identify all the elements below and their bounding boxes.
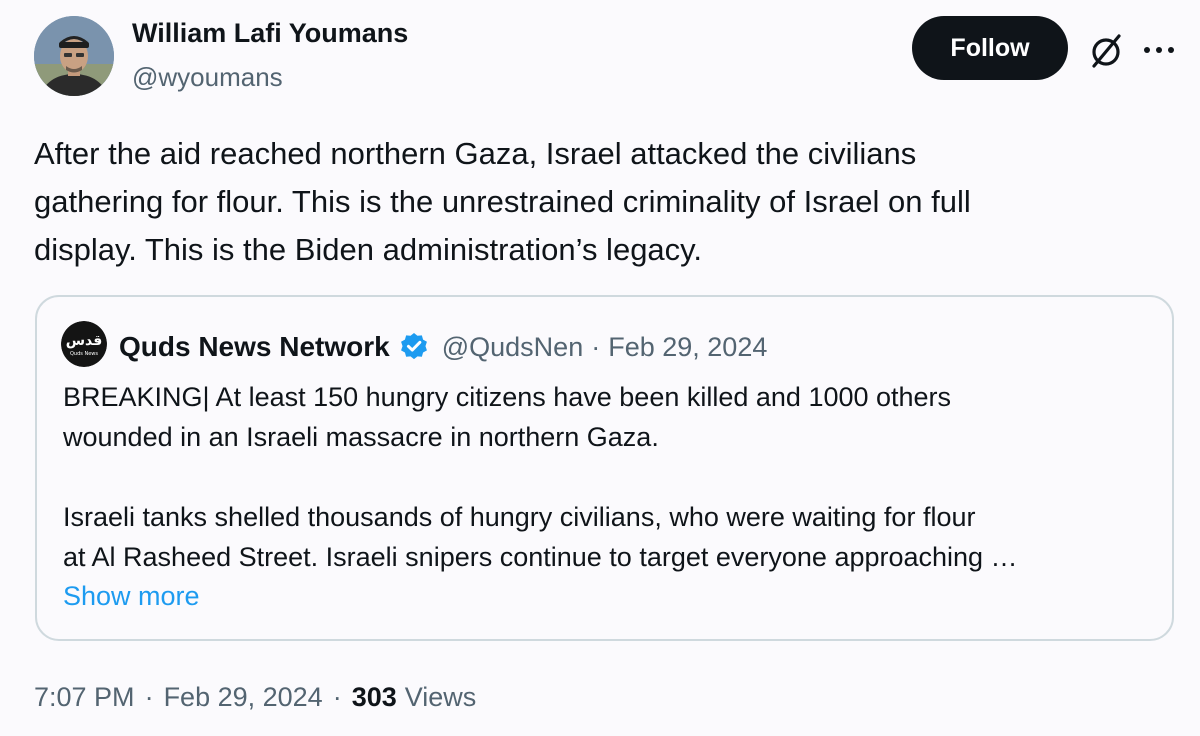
quote-date[interactable]: Feb 29, 2024 xyxy=(608,332,767,363)
follow-button[interactable]: Follow xyxy=(912,16,1068,80)
verified-badge-icon xyxy=(400,333,427,360)
quote-avatar-logo[interactable]: قدس Quds News xyxy=(61,321,107,367)
show-more-link[interactable]: Show more xyxy=(63,581,200,612)
grok-icon[interactable] xyxy=(1085,30,1127,72)
quote-author-handle[interactable]: @QudsNen xyxy=(442,332,583,363)
meta-separator: · xyxy=(332,682,342,712)
quote-separator: · xyxy=(591,331,601,362)
quote-avatar-text: قدس xyxy=(66,333,103,349)
quote-avatar-subtext: Quds News xyxy=(70,351,98,357)
tweet-time[interactable]: 7:07 PM xyxy=(34,682,135,713)
tweet-date[interactable]: Feb 29, 2024 xyxy=(164,682,323,713)
views-count: 303 xyxy=(351,682,397,712)
tweet-text-line: After the aid reached northern Gaza, Isr… xyxy=(34,136,917,171)
tweet-text: After the aid reached northern Gaza, Isr… xyxy=(34,130,1174,274)
author-name[interactable]: William Lafi Youmans xyxy=(132,18,408,49)
author-handle[interactable]: @wyoumans xyxy=(132,62,283,93)
quote-author-name[interactable]: Quds News Network xyxy=(119,331,390,363)
quote-text-line: wounded in an Israeli massacre in northe… xyxy=(63,422,659,452)
tweet-text-line: gathering for flour. This is the unrestr… xyxy=(34,184,971,219)
quote-text-line: at Al Rasheed Street. Israeli snipers co… xyxy=(63,542,1018,572)
tweet-meta: 7:07 PM · Feb 29, 2024 · 303 Views xyxy=(34,682,476,713)
quote-text-line: BREAKING| At least 150 hungry citizens h… xyxy=(63,382,952,412)
quote-text: BREAKING| At least 150 hungry citizens h… xyxy=(63,377,1163,577)
quoted-tweet-card[interactable]: قدس Quds News Quds News Network @QudsNen… xyxy=(35,295,1174,641)
more-horizontal-icon[interactable] xyxy=(1137,28,1181,72)
tweet-text-line: display. This is the Biden administratio… xyxy=(34,232,702,267)
quote-text-line: Israeli tanks shelled thousands of hungr… xyxy=(63,502,976,532)
quote-header: Quds News Network @QudsNen · Feb 29, 202… xyxy=(119,327,767,367)
author-avatar-image xyxy=(34,16,114,96)
meta-separator: · xyxy=(144,682,154,712)
views-label: Views xyxy=(404,682,477,712)
author-avatar[interactable] xyxy=(34,16,114,96)
